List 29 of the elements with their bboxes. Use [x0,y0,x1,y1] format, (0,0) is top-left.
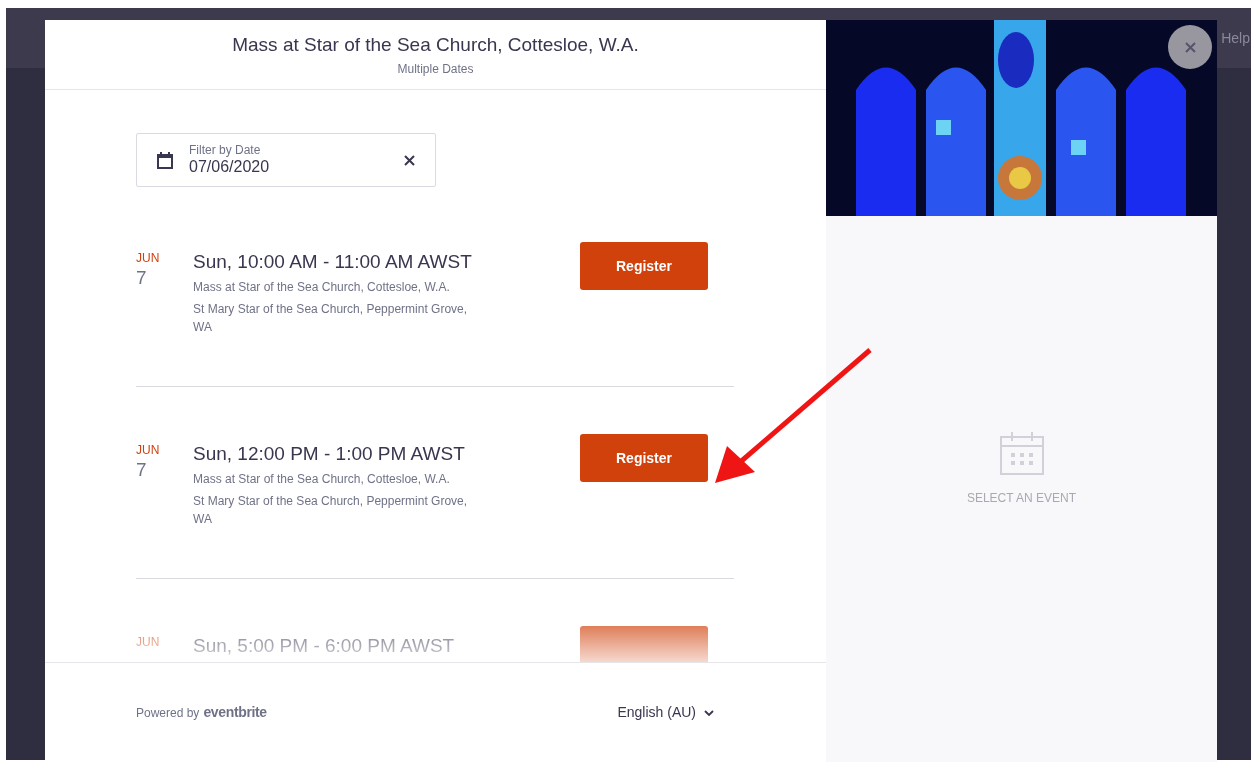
event-time: Sun, 5:00 PM - 6:00 PM AWST [193,634,455,658]
close-icon [1184,41,1196,53]
powered-by-text: Powered by [136,705,200,722]
filter-value: 07/06/2020 [189,157,271,177]
event-name: Mass at Star of the Sea Church, Cottesloe, W.A. [193,279,451,296]
event-time: Sun, 12:00 PM - 1:00 PM AWST [193,442,465,466]
event-month: JUN [136,250,161,266]
event-time: Sun, 10:00 AM - 11:00 AM AWST [193,250,472,274]
event-month: JUN [136,442,161,458]
event-day: 7 [136,266,147,290]
modal-subtitle: Multiple Dates [397,60,474,78]
register-button[interactable]: Register [580,242,708,290]
help-link[interactable]: Help [1221,27,1250,49]
event-day: 7 [136,458,147,482]
register-button[interactable]: Register [580,434,708,482]
calendar-icon [157,151,173,169]
modal-title: Mass at Star of the Sea Church, Cottesloe, W.A. [232,33,639,58]
clear-icon[interactable] [404,154,415,166]
date-filter-field[interactable]: Filter by Date 07/06/2020 [136,133,436,187]
filter-label: Filter by Date [189,143,262,157]
empty-state-text: SELECT AN EVENT [966,490,1077,507]
event-venue: St Mary Star of the Sea Church, Peppermint Grove, WA [193,301,469,336]
brand-logo: eventbrite [203,703,267,722]
calendar-icon [999,431,1044,475]
event-month: JUN [136,634,161,650]
chevron-down-icon [704,709,714,716]
event-venue: St Mary Star of the Sea Church, Peppermint Grove, WA [193,493,469,528]
language-selector[interactable]: English (AU) [617,702,714,723]
event-name: Mass at Star of the Sea Church, Cottesloe, W.A. [193,471,451,488]
